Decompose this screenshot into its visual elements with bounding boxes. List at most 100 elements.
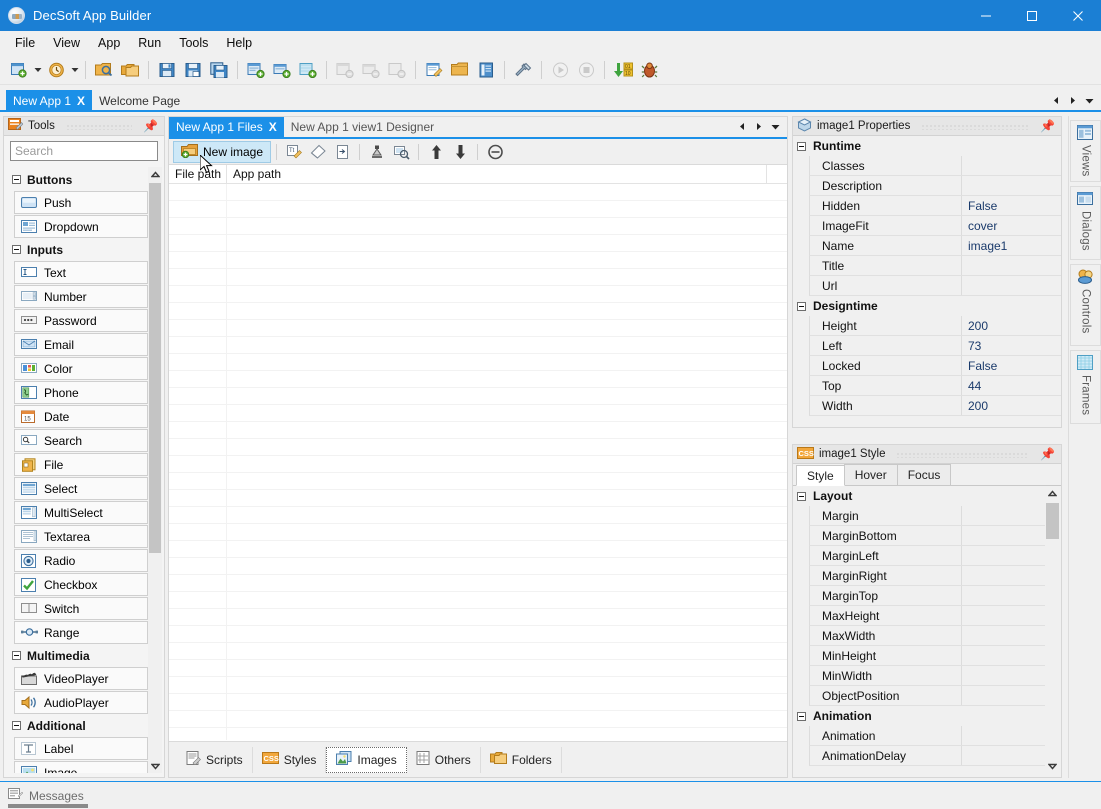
collapse-box-icon[interactable] [12, 651, 21, 660]
tools-list[interactable]: Buttons Push Dropdown Inputs Text Number Passw… [8, 169, 148, 773]
tool-item-search[interactable]: Search [14, 429, 148, 452]
tool-item-range[interactable]: Range [14, 621, 148, 644]
new-app-caret-icon[interactable] [32, 58, 43, 82]
column-header-0[interactable]: File path [169, 165, 227, 183]
table-row[interactable] [169, 507, 787, 524]
table-row[interactable] [169, 643, 787, 660]
scroll-up-icon[interactable] [148, 167, 162, 181]
dock-button-views[interactable]: Views [1070, 120, 1101, 182]
style-grid[interactable]: Layout Margin MarginBottom MarginLeft Margin… [793, 486, 1061, 774]
style-property-value[interactable] [962, 726, 1045, 745]
tool-item-password[interactable]: Password [14, 309, 148, 332]
tool-item-switch[interactable]: Switch [14, 597, 148, 620]
scroll-up-icon[interactable] [1045, 486, 1060, 501]
style-scrollbar[interactable] [1045, 486, 1060, 774]
tool-item-radio[interactable]: Radio [14, 549, 148, 572]
app-docs-icon[interactable] [473, 58, 499, 82]
properties-grid[interactable]: Runtime Classes Description Hidden False Imag… [793, 136, 1061, 427]
table-row[interactable] [169, 184, 787, 201]
drag-dots[interactable] [921, 122, 1030, 130]
style-category-animation[interactable]: Animation [793, 706, 1045, 726]
table-row[interactable] [169, 439, 787, 456]
tool-item-text[interactable]: Text [14, 261, 148, 284]
tool-item-dropdown[interactable]: Dropdown [14, 215, 148, 238]
table-row[interactable] [169, 609, 787, 626]
file-list-body[interactable] [169, 184, 787, 740]
scroll-thumb[interactable] [149, 183, 161, 553]
menu-item-app[interactable]: App [89, 33, 129, 53]
tab-menu-icon[interactable] [1084, 94, 1095, 108]
center-tab-0[interactable]: New App 1 Files X [169, 117, 284, 137]
table-row[interactable] [169, 235, 787, 252]
tool-item-color[interactable]: Color [14, 357, 148, 380]
style-tab-hover[interactable]: Hover [843, 464, 898, 485]
table-row[interactable] [169, 626, 787, 643]
tool-item-audioplayer[interactable]: AudioPlayer [14, 691, 148, 714]
resource-tab-scripts[interactable]: Scripts [177, 746, 253, 773]
save-as-icon[interactable] [180, 58, 206, 82]
new-app-icon[interactable] [6, 58, 32, 82]
tool-item-file[interactable]: File [14, 453, 148, 476]
property-value[interactable]: image1 [962, 236, 1061, 255]
table-row[interactable] [169, 303, 787, 320]
table-row[interactable] [169, 541, 787, 558]
app-options-icon[interactable] [510, 58, 536, 82]
tool-item-number[interactable]: Number [14, 285, 148, 308]
next-tab-icon[interactable] [1068, 94, 1077, 108]
delete-file-icon[interactable] [483, 141, 507, 163]
table-row[interactable] [169, 337, 787, 354]
dock-button-dialogs[interactable]: Dialogs [1070, 186, 1101, 260]
table-row[interactable] [169, 405, 787, 422]
table-row[interactable] [169, 592, 787, 609]
prev-tab-icon[interactable] [1052, 94, 1061, 108]
recent-apps-icon[interactable] [43, 58, 69, 82]
table-row[interactable] [169, 269, 787, 286]
stop-app-icon[interactable] [573, 58, 599, 82]
table-row[interactable] [169, 524, 787, 541]
tool-item-multiselect[interactable]: MultiSelect [14, 501, 148, 524]
tools-scrollbar[interactable] [148, 167, 162, 773]
maximize-button[interactable] [1009, 0, 1055, 31]
column-header-1[interactable]: App path [227, 165, 767, 183]
table-row[interactable] [169, 677, 787, 694]
table-row[interactable] [169, 558, 787, 575]
property-value[interactable]: 200 [962, 316, 1061, 335]
close-tab-icon[interactable]: X [77, 94, 85, 108]
collapse-box-icon[interactable] [797, 491, 806, 501]
table-row[interactable] [169, 201, 787, 218]
collapse-box-icon[interactable] [12, 175, 21, 184]
save-icon[interactable] [154, 58, 180, 82]
move-up-icon[interactable] [424, 141, 448, 163]
tool-item-date[interactable]: 15 Date [14, 405, 148, 428]
style-property-value[interactable] [962, 526, 1045, 545]
table-row[interactable] [169, 252, 787, 269]
tool-item-image[interactable]: Image [14, 761, 148, 773]
remove-dialog-icon[interactable] [358, 58, 384, 82]
property-value[interactable]: False [962, 196, 1061, 215]
remove-view-icon[interactable] [332, 58, 358, 82]
minimize-button[interactable] [963, 0, 1009, 31]
property-value[interactable] [962, 276, 1061, 295]
property-value[interactable]: 73 [962, 336, 1061, 355]
clear-file-icon[interactable] [306, 141, 330, 163]
table-row[interactable] [169, 711, 787, 728]
open-folder-icon[interactable] [117, 58, 143, 82]
table-row[interactable] [169, 575, 787, 592]
table-row[interactable] [169, 218, 787, 235]
drag-dots[interactable] [65, 122, 133, 130]
style-tab-focus[interactable]: Focus [896, 464, 952, 485]
recent-apps-caret-icon[interactable] [69, 58, 80, 82]
style-property-value[interactable] [962, 566, 1045, 585]
tool-item-checkbox[interactable]: Checkbox [14, 573, 148, 596]
property-value[interactable]: 44 [962, 376, 1061, 395]
tools-group-buttons[interactable]: Buttons [8, 169, 148, 190]
close-button[interactable] [1055, 0, 1101, 31]
optimize-image-icon[interactable] [365, 141, 389, 163]
dock-button-frames[interactable]: Frames [1070, 350, 1101, 424]
app-folder-icon[interactable] [447, 58, 473, 82]
scroll-thumb[interactable] [1046, 503, 1059, 539]
menu-item-tools[interactable]: Tools [170, 33, 217, 53]
table-row[interactable] [169, 388, 787, 405]
style-property-value[interactable] [962, 686, 1045, 705]
style-property-value[interactable] [962, 546, 1045, 565]
